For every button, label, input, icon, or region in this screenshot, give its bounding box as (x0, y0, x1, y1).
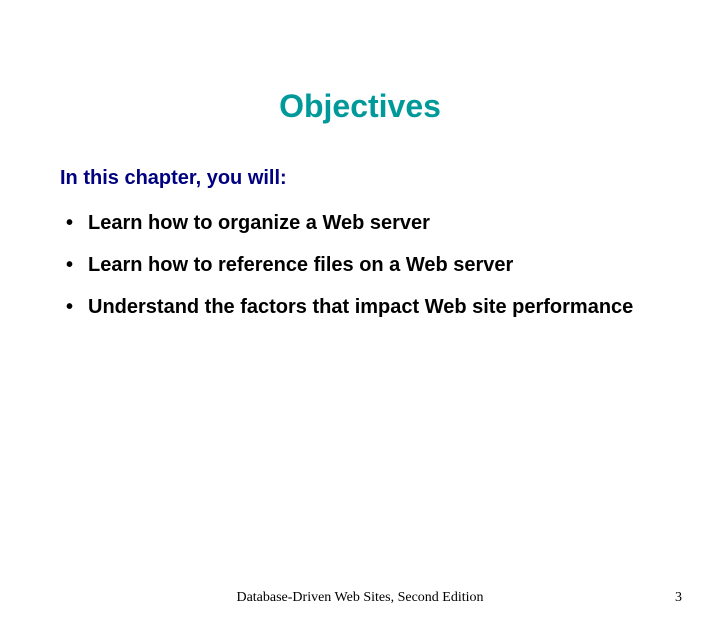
footer-text: Database-Driven Web Sites, Second Editio… (0, 590, 720, 606)
page-number: 3 (675, 590, 682, 606)
slide-title: Objectives (0, 88, 720, 125)
bullet-item: Learn how to organize a Web server (60, 210, 660, 236)
bullet-item: Understand the factors that impact Web s… (60, 294, 660, 320)
intro-text: In this chapter, you will: (60, 167, 720, 190)
bullet-list: Learn how to organize a Web server Learn… (60, 210, 660, 320)
bullet-item: Learn how to reference files on a Web se… (60, 252, 660, 278)
slide: Objectives In this chapter, you will: Le… (0, 88, 720, 628)
